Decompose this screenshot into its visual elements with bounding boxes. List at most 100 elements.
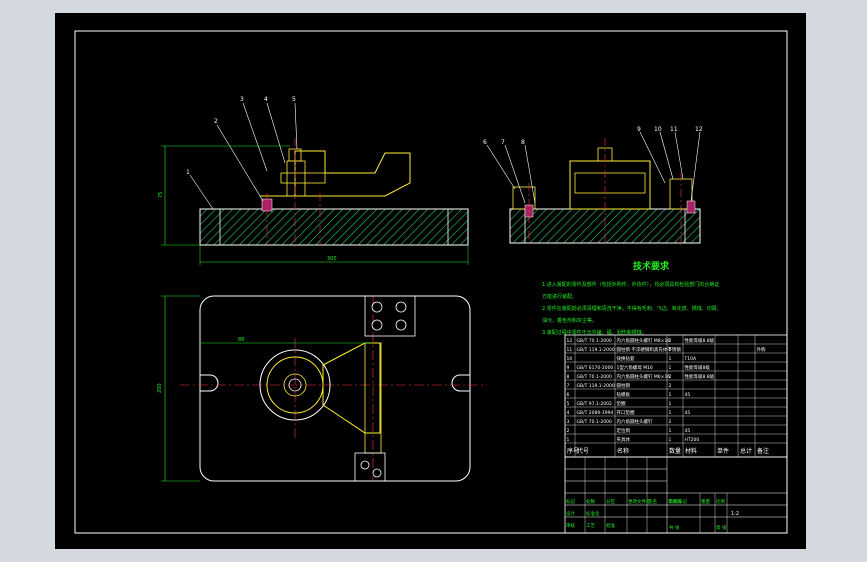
bom-cell: 开口垫圈	[617, 409, 635, 416]
title-block-field: 工艺	[586, 523, 595, 529]
tech-line-4: 油污、着色剂和灰尘等。	[542, 317, 597, 324]
part-number-9: 9	[637, 126, 641, 133]
bom-cell: 2	[669, 374, 672, 380]
part-number-3: 3	[240, 96, 244, 103]
tech-line-1: 1.进入装配的零件及部件（包括外购件、外协件），均必须具有检验部门的合格证	[542, 281, 719, 288]
bom-cell: 夹具体	[617, 436, 631, 443]
part-number-7: 7	[501, 139, 505, 146]
bom-cell: 内六角圆柱头螺钉 M6×16	[617, 373, 671, 380]
bom-cell: 6	[567, 392, 570, 398]
bom-header: 备注	[757, 447, 769, 455]
bom-cell: 性能等级8.8级	[685, 337, 715, 344]
bom-cell: 1	[669, 365, 672, 371]
side-view: 6 7 8 9 10 11 12	[483, 126, 703, 245]
bom-cell: GB/T 97.1-2002	[577, 401, 613, 407]
bom-cell: 垫圈	[617, 400, 626, 407]
bom-cell: 内六角圆柱头螺钉 M8×16	[617, 337, 671, 344]
bom-header: 材料	[685, 447, 697, 455]
bom-cell: GB/T 70.1-2000	[577, 374, 613, 380]
bom-table: 12 GB/T 70.1-2000 内六角圆柱头螺钉 M8×162 性能等级8.8级1…	[564, 334, 788, 458]
bom-cell: 钻模板	[617, 391, 631, 398]
bom-cell: 9	[567, 365, 570, 371]
bom-cell: 1	[669, 428, 672, 434]
bom-cell: 1型六角螺母 M16	[617, 364, 654, 371]
bom-cell: 2	[669, 383, 672, 389]
bom-cell: 45	[685, 392, 691, 398]
bom-cell: 性能等级8.8级	[685, 373, 715, 380]
bom-cell: GB/T 119.1-2000	[577, 347, 615, 353]
bom-cell: T10A	[684, 356, 697, 362]
bom-cell: 5	[567, 401, 570, 407]
part-number-8: 8	[521, 139, 525, 146]
bom-cell: 1	[669, 401, 672, 407]
front-dim-length: 300	[327, 256, 337, 262]
title-block-field: 阶段标记	[669, 498, 687, 505]
title-block-field: 审核	[566, 522, 575, 529]
bom-cell: 2	[669, 347, 672, 353]
title-block-field: 标准化	[586, 510, 600, 517]
part-number-11: 11	[670, 126, 678, 133]
front-dim-height: 75	[158, 192, 164, 198]
bom-header: 总计	[740, 447, 752, 455]
title-block-field: 签名	[648, 498, 657, 505]
top-view: 200 88	[157, 295, 487, 482]
bom-cell: 4	[567, 410, 570, 416]
bom-cell: 定位销	[617, 427, 631, 434]
bom-cell: 性能等级8级	[685, 364, 711, 371]
bom-header: 数量	[669, 447, 681, 455]
bom-cell: GB/T 70.1-2000	[577, 338, 613, 344]
drawing-canvas[interactable]: 1 2 3 4 5 75 300 6 7 8 9 10 11 12 200 88…	[55, 13, 806, 549]
part-number-12: 12	[695, 126, 703, 133]
part-number-10: 10	[654, 126, 662, 133]
bom-cell: GB/T 2089-1994	[577, 410, 614, 416]
bom-cell: 1	[567, 437, 570, 443]
title-block-field: 分区	[606, 498, 615, 505]
title-block-field: 标记	[566, 498, 575, 505]
title-block-field: 共 张	[669, 524, 680, 531]
title-block-field: 第 张	[716, 524, 727, 531]
cad-drawing: 1 2 3 4 5 75 300 6 7 8 9 10 11 12 200 88…	[74, 30, 788, 534]
part-number-1: 1	[186, 169, 190, 176]
bom-cell: 11	[567, 347, 573, 353]
title-block-field: 批准	[606, 522, 615, 529]
bom-cell: 外购	[757, 346, 766, 353]
title-block: 标记 处数 分区 更改文件号签名 年月日设计 标准化阶段标记 重量 比例审核 工艺 批准共 张第 …	[564, 456, 788, 534]
bom-cell: 45	[685, 428, 691, 434]
bom-cell: 1	[669, 392, 672, 398]
tech-requirements: 技术要求 1.进入装配的零件及部件（包括外购件、外协件），均必须具有检验部门的合…	[542, 260, 722, 336]
bom-cell: 圆柱销 不淬硬钢和奥氏体不锈钢	[617, 346, 682, 353]
bom-cell: 2	[669, 338, 672, 344]
title-block-field: 重量	[701, 498, 710, 505]
front-view: 1 2 3 4 5 75 300	[158, 96, 469, 265]
title-block-field: 比例	[716, 498, 725, 505]
title-block-field: 设计	[566, 510, 575, 517]
bom-cell: 45	[685, 410, 691, 416]
bom-cell: 12	[567, 338, 573, 344]
tech-line-3: 2.零件在装配前必须清理和清洗干净，不得有毛刺、飞边、氧化皮、锈蚀、切屑、	[542, 305, 722, 312]
bom-cell: 圆柱销	[617, 382, 631, 389]
bom-cell: GB/T 119.1-2000	[577, 383, 615, 389]
bom-cell: 内六角圆柱头螺钉	[617, 418, 653, 425]
title-block-scale: 1:2	[731, 511, 739, 517]
bom-cell: GB/T 70.1-2000	[577, 419, 613, 425]
part-number-2: 2	[214, 118, 218, 125]
bom-cell: 2	[567, 428, 570, 434]
bom-cell: HT200	[685, 437, 700, 443]
bom-header: 单件	[717, 447, 729, 455]
bom-cell: 2	[669, 419, 672, 425]
bom-cell: GB/T 6170-2000	[577, 365, 614, 371]
bom-cell: 快换钻套	[617, 355, 635, 362]
part-number-5: 5	[292, 96, 296, 103]
part-number-4: 4	[264, 96, 268, 103]
bom-cell: 1	[669, 356, 672, 362]
bom-header: 代号	[577, 447, 589, 455]
tech-title: 技术要求	[633, 260, 670, 272]
bom-cell: 3	[567, 419, 570, 425]
bom-cell: 10	[567, 356, 573, 362]
bom-cell: 7	[567, 383, 570, 389]
part-number-6: 6	[483, 139, 487, 146]
top-dim-width: 200	[157, 383, 163, 393]
title-block-field: 处数	[586, 498, 595, 505]
bom-cell: 8	[567, 374, 570, 380]
tech-line-2: 方能进行装配。	[542, 293, 577, 300]
